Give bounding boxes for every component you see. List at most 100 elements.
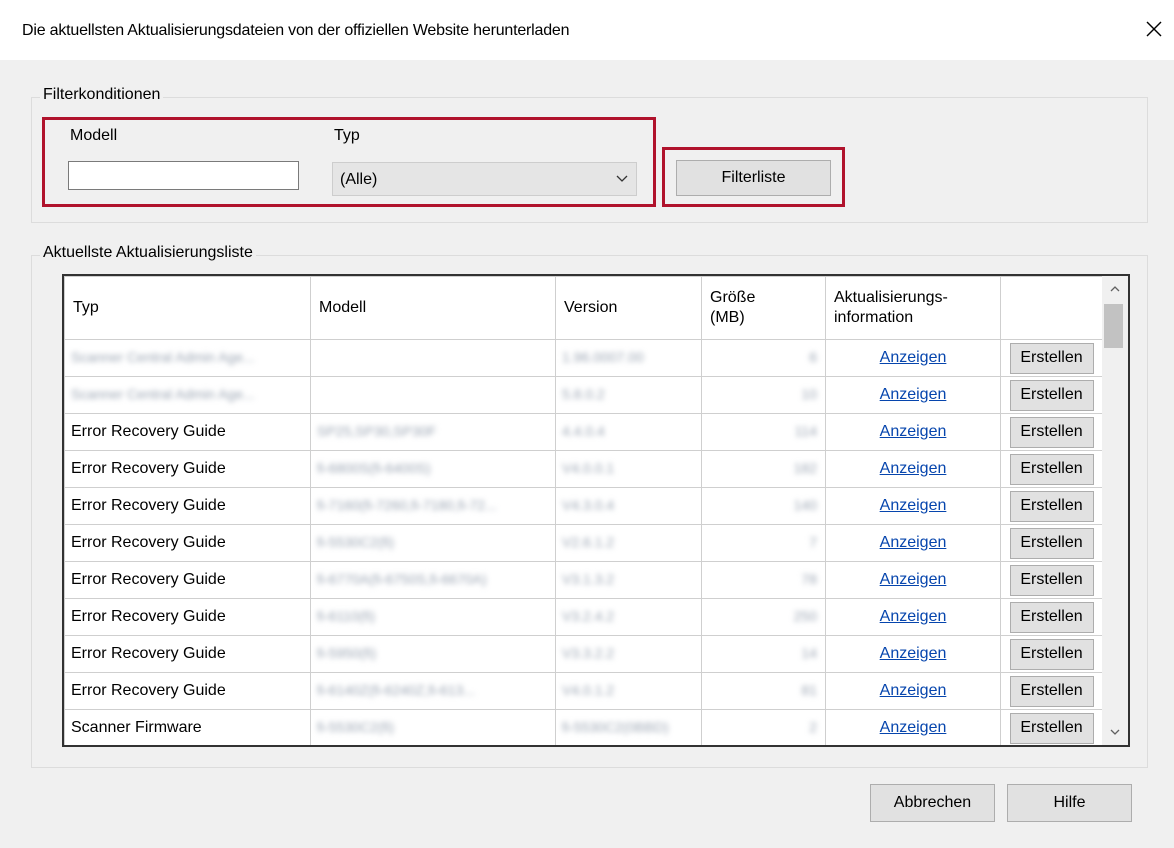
title-bar: Die aktuellsten Aktualisierungsdateien v… <box>0 0 1174 60</box>
close-icon[interactable] <box>1141 16 1167 42</box>
cell-version: V4.3.0.4 <box>555 487 702 525</box>
show-info-link[interactable]: Anzeigen <box>880 645 947 662</box>
show-info-link[interactable]: Anzeigen <box>880 349 947 366</box>
create-button[interactable]: Erstellen <box>1009 638 1094 670</box>
cell-size: 6 <box>701 339 826 377</box>
scroll-up-icon[interactable] <box>1102 276 1128 302</box>
table-row[interactable]: Error Recovery Guide fi-6110(fi) V3.2.4.2 2… <box>64 598 1103 636</box>
cell-modell: fi-6140Z(fi-6240Z,fi-613... <box>310 672 556 710</box>
cell-modell: fi-5530C2(fi) <box>310 524 556 562</box>
cell-typ-text: Scanner Firmware <box>71 719 202 736</box>
cell-action: Erstellen <box>1000 339 1103 377</box>
cell-modell-text: fi-5530C2(fi) <box>317 719 395 735</box>
create-button[interactable]: Erstellen <box>1009 675 1094 707</box>
help-button[interactable]: Hilfe <box>1007 784 1132 822</box>
table-header-row: Typ Modell Version Größe (MB) Aktualisie… <box>64 276 1103 340</box>
cell-action: Erstellen <box>1000 487 1103 525</box>
cell-typ-text: Error Recovery Guide <box>71 682 226 699</box>
create-button[interactable]: Erstellen <box>1009 601 1094 633</box>
column-header-size[interactable]: Größe (MB) <box>701 276 826 340</box>
cell-size: 114 <box>701 413 826 451</box>
table-row[interactable]: Error Recovery Guide fi-6770A(fi-6750S,fi… <box>64 561 1103 599</box>
cell-version-text: V3.3.2.2 <box>562 645 615 661</box>
create-button[interactable]: Erstellen <box>1009 490 1094 522</box>
cell-modell-text: fi-6110(fi) <box>317 608 376 624</box>
cell-typ-text: Error Recovery Guide <box>71 423 226 440</box>
show-info-link[interactable]: Anzeigen <box>880 534 947 551</box>
cell-version-text: V3.2.4.2 <box>562 608 615 624</box>
cell-typ: Scanner Central Admin Age... <box>64 376 311 414</box>
table-row[interactable]: Scanner Firmware fi-5530C2(fi) fi-5530C2(0… <box>64 709 1103 745</box>
cell-version-text: 1.96.0007.00 <box>562 349 644 365</box>
create-button[interactable]: Erstellen <box>1009 379 1094 411</box>
create-button[interactable]: Erstellen <box>1009 342 1094 374</box>
cell-size: 140 <box>701 487 826 525</box>
filter-group-label: Filterkonditionen <box>40 86 164 104</box>
cell-update-info: Anzeigen <box>825 561 1001 599</box>
cell-action: Erstellen <box>1000 524 1103 562</box>
cell-size: 14 <box>701 635 826 673</box>
cell-modell-text: fi-5950(fi) <box>317 645 377 661</box>
table-row[interactable]: Scanner Central Admin Age... 1.96.0007.00… <box>64 339 1103 377</box>
show-info-link[interactable]: Anzeigen <box>880 386 947 403</box>
cell-modell: fi-5950(fi) <box>310 635 556 673</box>
cell-size: 182 <box>701 450 826 488</box>
cell-update-info: Anzeigen <box>825 672 1001 710</box>
cell-update-info: Anzeigen <box>825 376 1001 414</box>
cell-version-text: V3.1.3.2 <box>562 571 615 587</box>
cell-action: Erstellen <box>1000 376 1103 414</box>
scroll-down-icon[interactable] <box>1102 719 1128 745</box>
table-row[interactable]: Error Recovery Guide SP25,SP30,SP30F 4.4.0… <box>64 413 1103 451</box>
show-info-link[interactable]: Anzeigen <box>880 460 947 477</box>
cell-action: Erstellen <box>1000 598 1103 636</box>
show-info-link[interactable]: Anzeigen <box>880 423 947 440</box>
cell-size-text: 81 <box>801 682 817 698</box>
create-button[interactable]: Erstellen <box>1009 712 1094 744</box>
create-button[interactable]: Erstellen <box>1009 453 1094 485</box>
table-row[interactable]: Error Recovery Guide fi-6140Z(fi-6240Z,fi… <box>64 672 1103 710</box>
cell-modell: fi-6800S(fi-6400S) <box>310 450 556 488</box>
cell-action: Erstellen <box>1000 709 1103 745</box>
create-button[interactable]: Erstellen <box>1009 564 1094 596</box>
vertical-scrollbar[interactable] <box>1102 276 1128 745</box>
cancel-button[interactable]: Abbrechen <box>870 784 995 822</box>
table-row[interactable]: Error Recovery Guide fi-5530C2(fi) V2.6.1.… <box>64 524 1103 562</box>
show-info-link[interactable]: Anzeigen <box>880 497 947 514</box>
column-header-modell[interactable]: Modell <box>310 276 556 340</box>
table-row[interactable]: Error Recovery Guide fi-5950(fi) V3.3.2.2 1… <box>64 635 1103 673</box>
cell-typ: Error Recovery Guide <box>64 487 311 525</box>
cell-typ: Error Recovery Guide <box>64 561 311 599</box>
column-header-version[interactable]: Version <box>555 276 702 340</box>
cell-typ: Scanner Central Admin Age... <box>64 339 311 377</box>
scrollbar-thumb[interactable] <box>1104 304 1123 348</box>
table-row[interactable]: Error Recovery Guide fi-7160(fi-7260,fi-7… <box>64 487 1103 525</box>
cell-modell-text: fi-6800S(fi-6400S) <box>317 460 431 476</box>
column-header-typ[interactable]: Typ <box>64 276 311 340</box>
create-button[interactable]: Erstellen <box>1009 416 1094 448</box>
table-row[interactable]: Error Recovery Guide fi-6800S(fi-6400S) V4… <box>64 450 1103 488</box>
cell-typ: Error Recovery Guide <box>64 672 311 710</box>
cell-typ: Error Recovery Guide <box>64 598 311 636</box>
cell-version: V3.1.3.2 <box>555 561 702 599</box>
show-info-link[interactable]: Anzeigen <box>880 571 947 588</box>
cell-version: 1.96.0007.00 <box>555 339 702 377</box>
cell-version-text: V4.0.1.2 <box>562 682 615 698</box>
show-info-link[interactable]: Anzeigen <box>880 682 947 699</box>
cell-typ-text: Error Recovery Guide <box>71 608 226 625</box>
show-info-link[interactable]: Anzeigen <box>880 719 947 736</box>
cell-typ-text: Scanner Central Admin Age... <box>71 386 255 402</box>
cell-size: 2 <box>701 709 826 745</box>
cell-size: 78 <box>701 561 826 599</box>
cell-size-text: 114 <box>794 423 817 439</box>
cell-version: 4.4.0.4 <box>555 413 702 451</box>
show-info-link[interactable]: Anzeigen <box>880 608 947 625</box>
table-row[interactable]: Scanner Central Admin Age... 5.8.0.2 10 Anz… <box>64 376 1103 414</box>
update-list-grid[interactable]: Typ Modell Version Größe (MB) Aktualisie… <box>62 274 1130 747</box>
cell-size-text: 10 <box>801 386 817 402</box>
cell-typ: Error Recovery Guide <box>64 413 311 451</box>
cell-size-text: 78 <box>801 571 817 587</box>
cell-update-info: Anzeigen <box>825 524 1001 562</box>
column-header-update-info[interactable]: Aktualisierungs- information <box>825 276 1001 340</box>
cell-size: 250 <box>701 598 826 636</box>
create-button[interactable]: Erstellen <box>1009 527 1094 559</box>
